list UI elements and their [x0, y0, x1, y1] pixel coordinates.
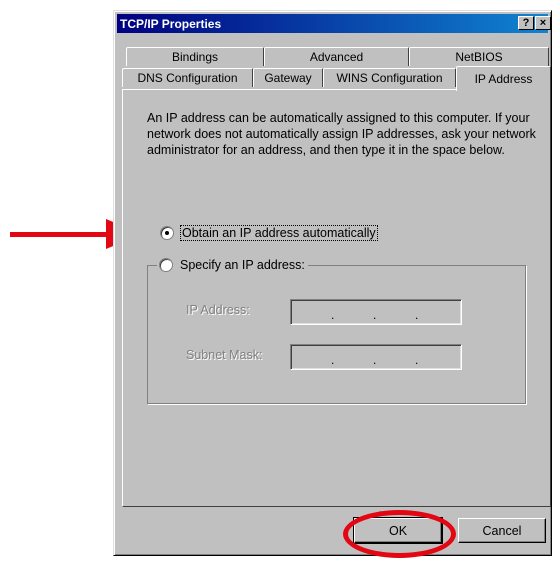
tab-label: IP Address	[474, 72, 533, 86]
title-bar: TCP/IP Properties ? ×	[117, 14, 551, 33]
tab-gateway[interactable]: Gateway	[253, 68, 323, 87]
tab-label: Advanced	[309, 50, 364, 64]
close-icon: ×	[539, 16, 547, 29]
ip-address-label: IP Address:	[186, 303, 250, 317]
specify-ip-groupbox	[147, 265, 526, 404]
annotation-arrow-shaft	[10, 232, 108, 237]
tab-ip-address[interactable]: IP Address	[456, 66, 551, 91]
ip-address-input: . . .	[290, 299, 462, 325]
tab-label: DNS Configuration	[137, 71, 238, 85]
tab-dns-configuration[interactable]: DNS Configuration	[122, 68, 253, 87]
cancel-label: Cancel	[482, 523, 522, 538]
octet-separator: .	[331, 308, 335, 322]
specify-ip-option[interactable]: Specify an IP address:	[157, 258, 308, 272]
tab-netbios[interactable]: NetBIOS	[409, 47, 549, 66]
subnet-mask-input: . . .	[290, 344, 462, 370]
octet-separator: .	[415, 308, 419, 322]
octet-separator: .	[415, 353, 419, 367]
tab-label: Bindings	[171, 50, 219, 64]
radio-unchecked-icon[interactable]	[159, 258, 173, 272]
radio-checked-icon[interactable]	[160, 226, 174, 240]
octet-separator: .	[373, 353, 377, 367]
annotation-circle	[343, 510, 456, 558]
tab-label: Gateway	[264, 71, 312, 85]
obtain-ip-automatically-option[interactable]: Obtain an IP address automatically	[160, 225, 378, 241]
tab-wins-configuration[interactable]: WINS Configuration	[323, 68, 456, 87]
subnet-mask-label: Subnet Mask:	[186, 348, 263, 362]
description-text: An IP address can be automatically assig…	[147, 111, 536, 157]
octet-separator: .	[331, 353, 335, 367]
tab-bindings[interactable]: Bindings	[126, 47, 264, 66]
obtain-ip-automatically-label: Obtain an IP address automatically	[180, 225, 378, 241]
window-title: TCP/IP Properties	[120, 16, 222, 31]
help-icon: ?	[522, 16, 530, 29]
tab-advanced[interactable]: Advanced	[264, 47, 409, 66]
specify-ip-label: Specify an IP address:	[180, 258, 305, 272]
octet-separator: .	[373, 308, 377, 322]
tab-label: NetBIOS	[455, 50, 503, 64]
tab-label: WINS Configuration	[336, 71, 443, 85]
close-button[interactable]: ×	[535, 16, 551, 30]
cancel-button[interactable]: Cancel	[458, 518, 546, 543]
help-button[interactable]: ?	[518, 16, 534, 30]
